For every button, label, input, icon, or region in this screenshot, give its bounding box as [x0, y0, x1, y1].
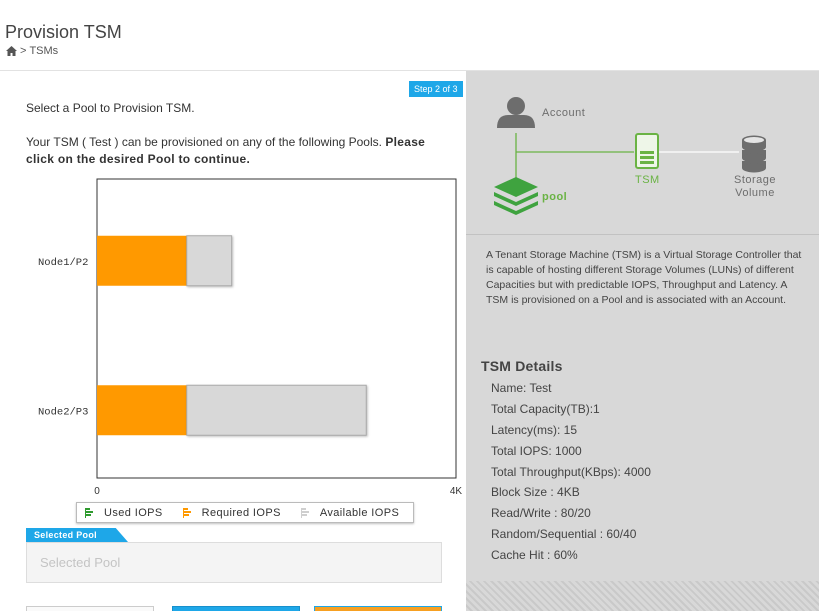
pool-iops-chart-svg: Node1/P2 Node2/P3 0 4K — [38, 178, 463, 497]
category-label-1: Node1/P2 — [38, 257, 88, 269]
pool-icon — [494, 177, 538, 215]
detail-block-size: Block Size : 4KB — [491, 485, 580, 500]
legend-item-used[interactable]: Used IOPS — [85, 507, 163, 519]
detail-read-write: Read/Write : 80/20 — [491, 506, 591, 521]
x-tick-label-1: 0 — [94, 486, 100, 497]
detail-name: Name: Test — [491, 381, 552, 395]
legend-required-label: Required IOPS — [201, 506, 281, 519]
page-title: Provision TSM — [5, 22, 122, 42]
category-label-2: Node2/P3 — [38, 406, 88, 418]
home-icon[interactable] — [6, 46, 17, 56]
legend-used-icon — [85, 507, 93, 518]
breadcrumb: > TSMs — [6, 45, 58, 57]
tsm-details-list: Name: Test Total Capacity(TB):1 Latency(… — [491, 380, 651, 568]
account-label: Account — [542, 107, 586, 119]
tsm-icon — [635, 133, 659, 169]
next-button[interactable] — [314, 606, 442, 611]
detail-throughput: Total Throughput(KBps): 4000 — [491, 464, 651, 479]
previous-button[interactable] — [172, 606, 300, 611]
detail-latency: Latency(ms): 15 — [491, 422, 578, 437]
detail-iops: Total IOPS: 1000 — [491, 443, 582, 458]
info-panel: Account pool TSM Storage Volume A Tenant… — [466, 71, 819, 611]
selected-pool-input[interactable] — [26, 542, 442, 583]
legend-available-icon — [300, 507, 309, 518]
bar-available-iops-2[interactable] — [186, 384, 367, 436]
breadcrumb-separator: > — [20, 45, 27, 57]
detail-random-sequential: Random/Sequential : 60/40 — [491, 527, 637, 542]
storage-volume-icon — [742, 135, 766, 173]
wizard-panel: Step 2 of 3 Select a Pool to Provision T… — [0, 72, 466, 611]
detail-cache-hit: Cache Hit : 60% — [491, 548, 578, 563]
detail-capacity: Total Capacity(TB):1 — [491, 401, 600, 416]
bar-required-iops-2[interactable] — [97, 385, 187, 436]
chart-legend: Used IOPS Required IOPS Available IOPS — [76, 502, 414, 523]
tsm-label: TSM — [635, 174, 660, 186]
legend-item-available[interactable]: Available IOPS — [300, 506, 400, 519]
storage-label-line2: Volume — [735, 187, 775, 199]
page-header: Provision TSM > TSMs — [0, 0, 819, 71]
legend-available-label: Available IOPS — [319, 506, 400, 519]
storage-label-line1: Storage — [733, 174, 777, 186]
intro-text: Select a Pool to Provision TSM. — [26, 101, 195, 115]
breadcrumb-tsms[interactable]: TSMs — [29, 45, 58, 57]
pools-instructions-text: Your TSM ( Test ) can be provisioned on … — [26, 135, 382, 149]
hatched-footer — [466, 581, 819, 611]
pool-iops-chart: Node1/P2 Node2/P3 0 4K — [0, 172, 466, 512]
bar-required-iops-1[interactable] — [97, 235, 187, 286]
legend-required-icon — [182, 507, 191, 518]
x-tick-label-2: 4K — [450, 486, 463, 497]
storage-volume-label: Storage Volume — [730, 174, 780, 200]
selected-pool-tab: Selected Pool — [26, 528, 128, 542]
tsm-details-title: TSM Details — [481, 358, 563, 374]
step-badge: Step 2 of 3 — [409, 81, 463, 97]
pool-label: pool — [542, 191, 568, 203]
bar-available-iops-1[interactable] — [186, 235, 233, 287]
tsm-diagram-svg — [494, 97, 766, 215]
legend-used-label: Used IOPS — [104, 506, 163, 519]
back-button[interactable] — [26, 606, 154, 611]
tsm-diagram: Account pool TSM Storage Volume — [466, 71, 819, 235]
pools-instructions: Your TSM ( Test ) can be provisioned on … — [26, 134, 446, 168]
tsm-description: A Tenant Storage Machine (TSM) is a Virt… — [486, 249, 802, 306]
account-icon — [497, 97, 535, 128]
legend-item-required[interactable]: Required IOPS — [182, 506, 281, 519]
